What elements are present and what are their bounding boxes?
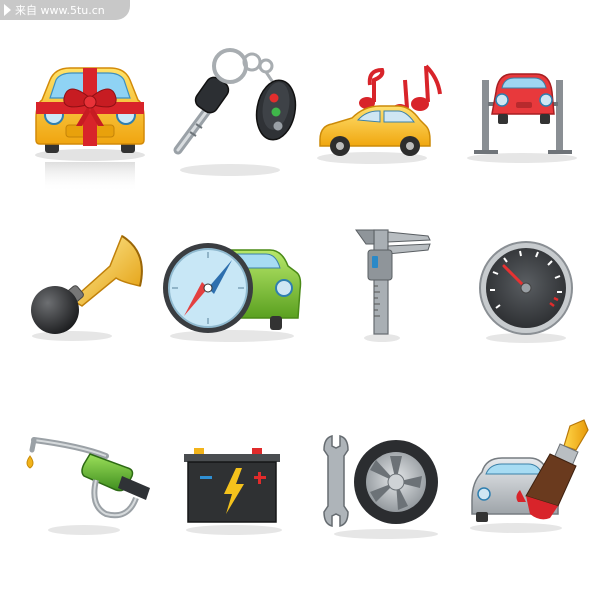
air-horn-icon (10, 220, 160, 420)
watermark-tag: 来自 www.5tu.cn (0, 0, 130, 20)
speedometer-gauge-icon (460, 220, 600, 420)
icon-sheet: 来自 www.5tu.cn (0, 0, 600, 600)
car-paint-brush-icon (460, 410, 600, 600)
car-battery-icon (160, 410, 310, 600)
fuel-nozzle-icon (10, 410, 160, 600)
watermark-text: 来自 www.5tu.cn (15, 4, 105, 17)
car-key-fob-icon (160, 40, 310, 240)
car-audio-music-notes-icon (310, 40, 460, 240)
wrench-and-tire-icon (310, 410, 460, 600)
car-lift-icon (460, 40, 600, 240)
play-arrow-icon (4, 4, 11, 16)
car-with-gift-bow-icon (10, 40, 160, 240)
car-navigation-compass-icon (160, 220, 310, 420)
caliper-icon (310, 220, 460, 420)
